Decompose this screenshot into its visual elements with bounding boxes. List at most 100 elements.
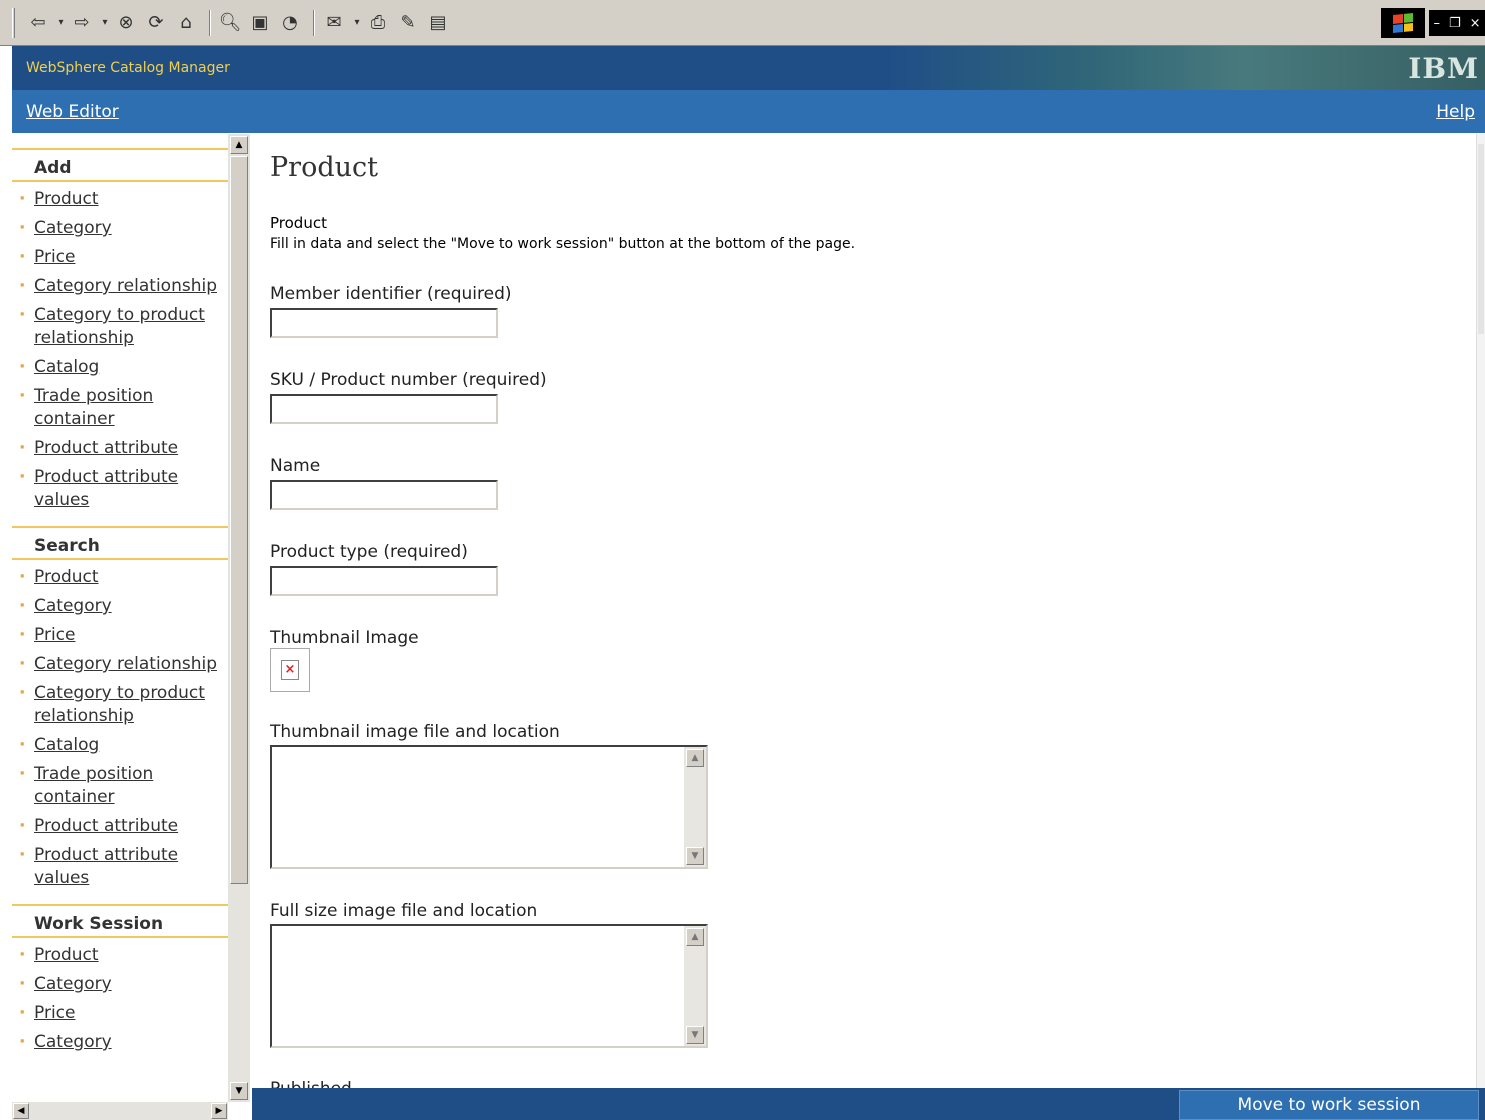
scroll-down-icon[interactable]: ▼ <box>230 1082 248 1100</box>
scroll-down-icon[interactable]: ▼ <box>686 1026 704 1044</box>
sidebar-item: Catalog <box>12 356 228 379</box>
discuss-icon[interactable]: ▤ <box>425 10 451 36</box>
stop-icon[interactable]: ⊗ <box>113 10 139 36</box>
sidebar-item-link[interactable]: Product attribute values <box>34 845 178 888</box>
fullsize-file-textarea[interactable] <box>272 926 686 1046</box>
mail-icon[interactable]: ✉ <box>321 10 347 36</box>
forward-arrow-icon[interactable]: ⇨ <box>69 10 95 36</box>
main-scroll-thumb[interactable] <box>1478 144 1484 334</box>
name-input[interactable] <box>270 480 498 510</box>
thumbnail-file-textarea[interactable] <box>272 747 686 867</box>
scroll-down-icon[interactable]: ▼ <box>686 847 704 865</box>
sidebar-item-link[interactable]: Trade position container <box>34 764 153 807</box>
sidebar-item: Category <box>12 595 228 618</box>
scroll-up-icon[interactable]: ▲ <box>686 749 704 767</box>
windows-logo-icon <box>1381 8 1425 38</box>
edit-icon[interactable]: ✎ <box>395 10 421 36</box>
sidebar-item-link[interactable]: Category <box>34 1032 112 1052</box>
sidebar-section-heading: Add <box>12 148 228 182</box>
sidebar-item-link[interactable]: Product <box>34 567 99 587</box>
sidebar-item-link[interactable]: Category to product relationship <box>34 305 205 348</box>
mail-dropdown-icon[interactable]: ▾ <box>351 10 363 36</box>
help-link[interactable]: Help <box>1436 102 1475 122</box>
thumbnail-file-label: Thumbnail image file and location <box>270 722 560 742</box>
fullsize-file-textarea-wrap: ▲ ▼ <box>270 924 708 1048</box>
bottom-action-bar: Move to work session <box>252 1088 1485 1120</box>
forward-dropdown-icon[interactable]: ▾ <box>99 10 111 36</box>
sidebar-section: Search Product Category Price Category relat… <box>12 526 228 890</box>
sidebar-horizontal-scrollbar[interactable]: ◀ ▶ <box>12 1102 228 1120</box>
sidebar-item: Category to product relationship <box>12 682 228 728</box>
history-icon[interactable]: ◔ <box>277 10 303 36</box>
sidebar-item-link[interactable]: Product attribute <box>34 816 178 836</box>
move-to-work-session-button[interactable]: Move to work session <box>1179 1090 1479 1120</box>
member-identifier-input[interactable] <box>270 308 498 338</box>
sidebar-scroll-thumb[interactable] <box>230 156 248 884</box>
sidebar-item: Product attribute values <box>12 844 228 890</box>
sidebar-item-link[interactable]: Catalog <box>34 735 99 755</box>
scroll-up-icon[interactable]: ▲ <box>230 136 248 154</box>
sidebar-item-link[interactable]: Price <box>34 1003 75 1023</box>
restore-icon[interactable]: ❐ <box>1449 16 1461 31</box>
back-dropdown-icon[interactable]: ▾ <box>55 10 67 36</box>
form-subhead: Product <box>270 214 327 232</box>
sidebar-item: Category <box>12 217 228 240</box>
member-identifier-label: Member identifier (required) <box>270 284 512 304</box>
web-editor-link[interactable]: Web Editor <box>26 102 119 122</box>
app-title: WebSphere Catalog Manager <box>26 60 230 76</box>
window-controls[interactable]: – ❐ × <box>1429 10 1485 36</box>
scroll-left-icon[interactable]: ◀ <box>13 1103 29 1119</box>
broken-image-icon: × <box>281 660 299 680</box>
print-icon[interactable]: ⎙ <box>365 10 391 36</box>
thumbnail-image-label: Thumbnail Image <box>270 628 419 648</box>
sidebar-item-link[interactable]: Catalog <box>34 357 99 377</box>
app-header: WebSphere Catalog Manager IBM <box>12 46 1485 90</box>
sidebar-item-link[interactable]: Category <box>34 218 112 238</box>
sidebar-item: Category relationship <box>12 653 228 676</box>
sidebar-item-link[interactable]: Category <box>34 974 112 994</box>
sidebar-item-link[interactable]: Category relationship <box>34 654 217 674</box>
minimize-icon[interactable]: – <box>1433 16 1440 31</box>
sidebar-item-link[interactable]: Price <box>34 625 75 645</box>
home-icon[interactable]: ⌂ <box>173 10 199 36</box>
published-label: Published <box>270 1079 352 1088</box>
sidebar-item-link[interactable]: Category <box>34 596 112 616</box>
sidebar-item-link[interactable]: Product <box>34 945 99 965</box>
scroll-up-icon[interactable]: ▲ <box>686 928 704 946</box>
sidebar-item: Price <box>12 246 228 269</box>
sidebar-item: Category relationship <box>12 275 228 298</box>
sku-input[interactable] <box>270 394 498 424</box>
sidebar-list: Product Category Price Category relationshi… <box>12 566 228 890</box>
sidebar: Add Product Category Price Category relation… <box>12 134 228 1102</box>
sidebar-item: Product attribute <box>12 815 228 838</box>
sidebar-item-link[interactable]: Category to product relationship <box>34 683 205 726</box>
sidebar-item-link[interactable]: Trade position container <box>34 386 153 429</box>
main-content: Product Product Fill in data and select … <box>252 134 1476 1088</box>
toolbar-grip <box>12 7 15 38</box>
sidebar-item: Catalog <box>12 734 228 757</box>
product-type-input[interactable] <box>270 566 498 596</box>
back-arrow-icon[interactable]: ⇦ <box>25 10 51 36</box>
sidebar-list: Product Category Price Category <box>12 944 228 1054</box>
favorites-icon[interactable]: ▣ <box>247 10 273 36</box>
sidebar-item-link[interactable]: Price <box>34 247 75 267</box>
toolbar-separator <box>313 9 315 36</box>
sidebar-vertical-scrollbar[interactable]: ▲ ▼ <box>228 134 250 1102</box>
close-icon[interactable]: × <box>1470 16 1481 31</box>
main-vertical-scrollbar[interactable] <box>1476 134 1485 1088</box>
scroll-right-icon[interactable]: ▶ <box>211 1103 227 1119</box>
sidebar-item-link[interactable]: Product attribute <box>34 438 178 458</box>
search-icon[interactable]: 🔍︎ <box>217 10 243 36</box>
thumbnail-image: × <box>270 648 310 692</box>
sidebar-item: Trade position container <box>12 385 228 431</box>
sidebar-item-link[interactable]: Product attribute values <box>34 467 178 510</box>
sidebar-item-link[interactable]: Product <box>34 189 99 209</box>
product-type-label: Product type (required) <box>270 542 468 562</box>
sidebar-section: Add Product Category Price Category relation… <box>12 148 228 512</box>
textarea-scrollbar[interactable]: ▲ ▼ <box>684 747 706 867</box>
sidebar-item: Price <box>12 1002 228 1025</box>
toolbar-separator <box>209 9 211 36</box>
sidebar-item-link[interactable]: Category relationship <box>34 276 217 296</box>
refresh-icon[interactable]: ⟳ <box>143 10 169 36</box>
textarea-scrollbar[interactable]: ▲ ▼ <box>684 926 706 1046</box>
